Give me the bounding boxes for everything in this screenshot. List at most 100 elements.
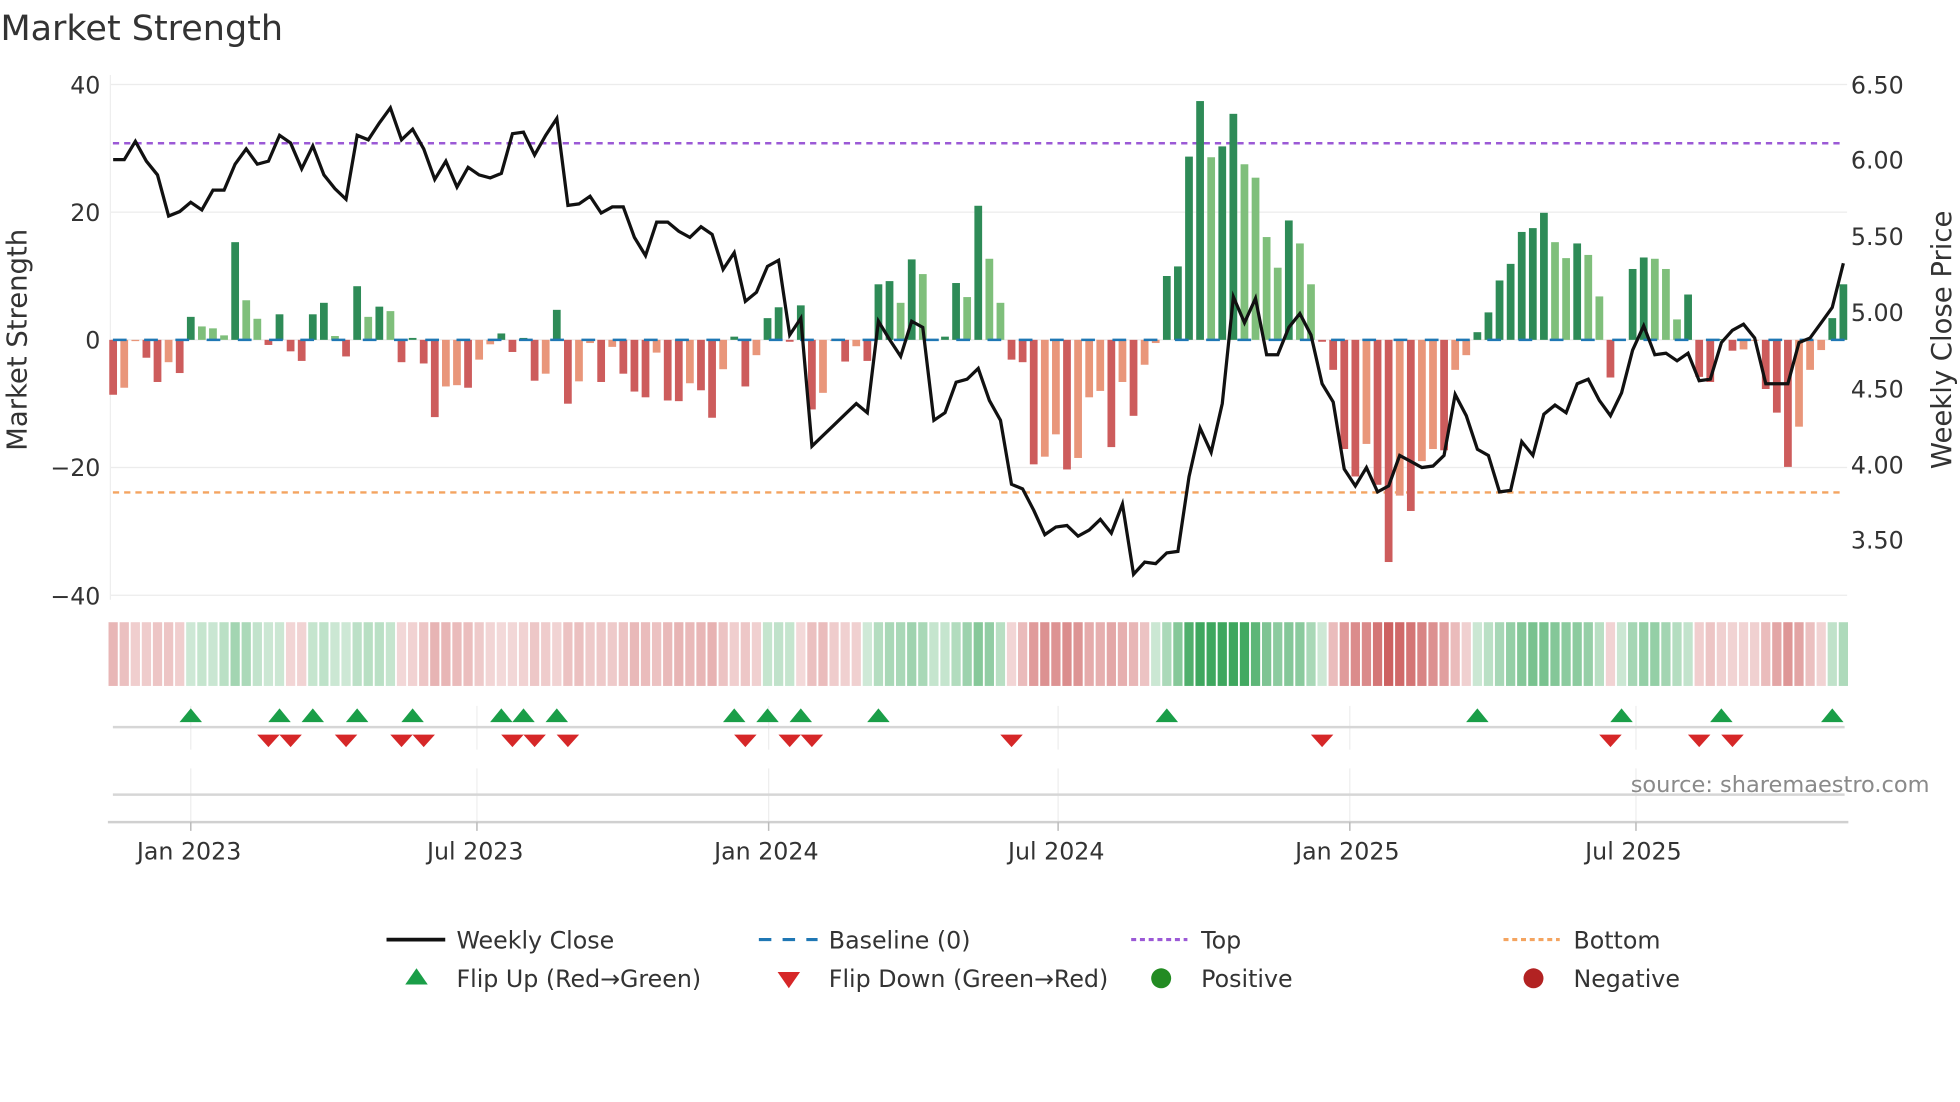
heat-strip-cell [762,622,773,686]
strength-bar [1140,339,1149,365]
heat-strip-cell [1361,622,1372,686]
legend-item-bottom: Bottom [1503,926,1660,954]
heat-strip-cell [363,622,373,686]
x-tick-label: Jan 2024 [712,838,818,866]
strength-bar [963,297,972,340]
heat-strip-cell [152,622,163,686]
heat-strip-cell [1672,622,1682,686]
heat-strip-cell [1195,622,1205,686]
heat-strip-cell [163,622,174,686]
heat-strip-cell [1561,622,1571,686]
heat-strip-cell [674,622,684,686]
flip-up-marker-icon [789,708,813,723]
strength-bar [1040,339,1049,457]
heat-strip-cell [1029,622,1039,686]
flip-down-marker-icon [279,734,302,748]
y2-tick-label: 3.50 [1851,527,1904,555]
heat-strip-cell [1273,622,1283,686]
flip-up-marker-icon [1821,708,1844,723]
heat-strip-cell [1594,622,1604,686]
heat-strip-cell [962,622,972,686]
strength-bar [408,337,417,340]
x-axis-labels: Jan 2023 Jul 2023 Jan 2024 Jul 2024 Jan … [135,838,1682,866]
heat-strip-cell [1805,622,1815,686]
flip-up-marker-icon [1466,708,1489,723]
heat-strip-cell [452,622,462,686]
heat-strip-cell [1483,622,1494,686]
heat-strip-cell [119,622,129,686]
strength-bar [1296,243,1304,340]
strength-bar [1007,339,1016,360]
heat-strip-cell [330,622,340,686]
heat-strip-cell [1262,622,1272,686]
y2-tick-label: 4.00 [1851,452,1904,480]
strength-bar [985,258,994,340]
heat-strip-cell [1494,622,1505,686]
strength-bar [297,339,306,361]
strength-bar [530,339,539,381]
strength-bar [120,339,129,388]
strength-bar [1196,101,1204,340]
y2-tick-label: 6.50 [1851,72,1904,100]
strength-bar [1096,339,1105,391]
heat-strip-cell [308,622,318,686]
strength-heat-strip [108,622,1848,686]
strength-bar [1218,146,1227,340]
strength-bar [186,316,195,340]
flip-up-marker-icon [512,708,535,723]
heat-strip-cell [851,622,861,686]
strength-bar [1551,242,1559,340]
heat-strip-cell [785,622,795,686]
heat-strip-cell [1517,622,1527,686]
heat-strip-cell [929,622,939,686]
heat-strip-cell [751,622,762,686]
strength-bar [109,339,118,395]
strength-bar [1129,339,1138,416]
strength-bar [1451,339,1460,370]
heat-strip-cell [574,622,584,686]
legend-label: Flip Up (Red→Green) [456,965,701,993]
heat-strip-cell [1006,622,1017,686]
strength-bar [1772,339,1781,413]
strength-bar [1484,312,1493,340]
heat-strip-cell [1716,622,1726,686]
legend: Weekly Close Baseline (0) Top Bottom Fli… [386,926,1680,993]
heat-strip-cell [1472,622,1482,686]
heat-strip-cell [1583,622,1593,686]
heat-strip-cell [807,622,817,686]
chart-title: Market Strength [0,9,283,49]
circle-icon [1523,968,1544,989]
heat-strip-cell [1228,622,1238,686]
heat-strip-cell [1140,622,1150,686]
heat-strip-cell [773,622,784,686]
heat-strip-cell [895,622,906,686]
heat-strip-cell [1339,622,1349,686]
heat-strip-cell [862,622,872,686]
heat-strip-cell [1151,622,1161,686]
heat-strip-cell [463,622,473,686]
heat-strip-cell [474,622,484,686]
heat-strip-cell [1528,622,1538,686]
strength-bar [286,339,295,352]
heat-strip-cell [1018,622,1028,686]
strength-bar [1162,275,1171,340]
flip-down-marker-icon [1000,734,1023,748]
strength-bar [697,339,705,391]
heat-strip-cell [796,622,806,686]
strength-bar [1784,339,1792,467]
y2-axis-title: Weekly Close Price [1926,211,1958,469]
heat-strip-cell [430,622,440,686]
heat-strip-cell [707,622,717,686]
heat-strip-cell [274,622,285,686]
strength-bar [253,318,262,340]
strength-bar [375,306,384,340]
heat-strip-cell [1306,622,1316,686]
strength-bar [774,307,783,340]
heat-strip-cell [1506,622,1516,686]
flip-down-marker-icon [1599,734,1622,748]
heat-strip-cell [285,622,296,686]
strength-bar [1318,339,1326,342]
strength-bar [686,339,694,384]
heat-strip-cell [485,622,495,686]
strength-bar [663,339,672,401]
